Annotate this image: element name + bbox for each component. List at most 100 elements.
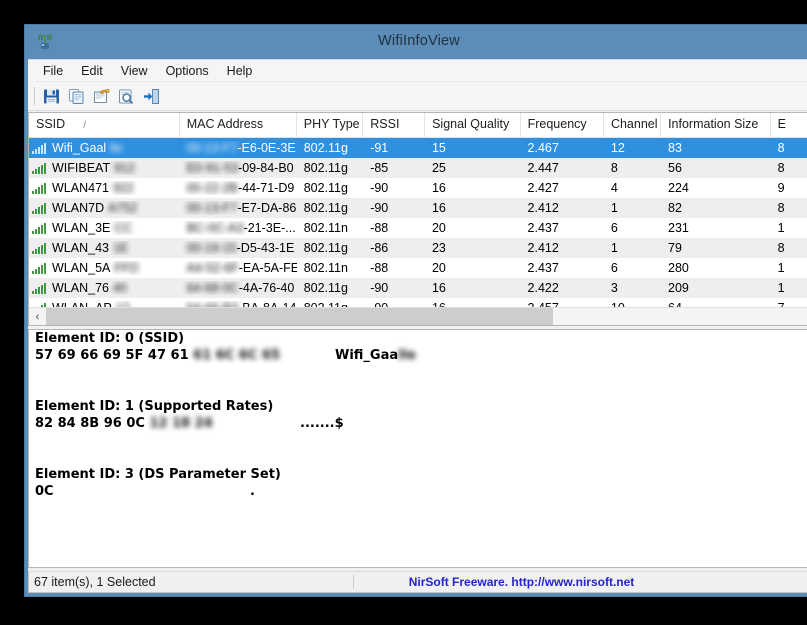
column-header-phy-type[interactable]: PHY Type <box>297 113 364 137</box>
mac-redacted: BC-0C-A3 <box>186 221 244 235</box>
cell-rssi: -90 <box>370 181 389 195</box>
column-header-frequency[interactable]: Frequency <box>521 113 604 137</box>
column-header-elements[interactable]: E <box>771 113 807 137</box>
element-title: Element ID: 3 (DS Parameter Set) <box>35 467 281 482</box>
table-row[interactable]: WLAN_3E CC BC-0C-A3-21-3E-... 802.11n -88 20 2… <box>29 218 807 238</box>
mac-visible: -BA-8A-14 <box>238 301 296 307</box>
cell-mac-address: 00-22-2B-44-71-D9 <box>180 181 297 195</box>
cell-rssi: -86 <box>370 241 389 255</box>
table-row[interactable]: WLAN471 922 00-22-2B-44-71-D9 802.11g -90 16 2… <box>29 178 807 198</box>
cell-information-size: 231 <box>668 221 689 235</box>
column-header-ssid[interactable]: SSID / <box>29 113 180 137</box>
element-spacer <box>29 432 807 449</box>
screen-root: WifiInfoView File Edit View Options Help <box>0 0 807 625</box>
signal-strength-icon <box>32 242 48 255</box>
scroll-thumb[interactable] <box>46 308 554 325</box>
mac-visible: -4A-76-40 <box>238 281 295 295</box>
mac-visible: -44-71-D9 <box>238 181 295 195</box>
copy-button[interactable] <box>64 84 89 108</box>
cell-ssid: Wifi_Gaal lle <box>29 141 180 155</box>
ascii-visible: .......$ <box>300 416 344 431</box>
cell-ssid: WIFIBEAT 912 <box>29 161 180 175</box>
mac-redacted: 00-13-F7 <box>186 141 238 155</box>
table-row[interactable]: Wifi_Gaal lle 00-13-F7-E6-0E-3E 802.11g -91 1… <box>29 138 807 158</box>
cell-signal-quality: 15 <box>431 141 446 155</box>
title-bar[interactable]: WifiInfoView <box>25 25 807 59</box>
menu-help[interactable]: Help <box>218 62 262 80</box>
sort-indicator-icon: / <box>83 120 86 131</box>
ssid-text: WLAN7D <box>52 201 105 215</box>
information-element-block: Element ID: 0 (SSID) 57 69 66 69 5F 47 61… <box>29 330 807 364</box>
scroll-left-icon[interactable]: ‹ <box>29 308 46 325</box>
cell-phy-type: 802.11g <box>297 301 363 307</box>
cell-elements: 8 <box>777 241 785 255</box>
cell-information-size: 83 <box>668 141 682 155</box>
ssid-redacted: CC <box>114 221 133 235</box>
access-point-list: SSID / MAC Address PHY Type RSSI Signal Q… <box>28 112 807 326</box>
cell-information-size: 79 <box>668 241 682 255</box>
signal-strength-icon <box>32 142 48 155</box>
cell-phy-type: 802.11g <box>303 181 348 195</box>
cell-channel: 6 <box>610 261 618 275</box>
table-row[interactable]: WIFIBEAT 912 E0-91-53-09-84-B0 802.11g -85 25… <box>29 158 807 178</box>
ssid-text: WLAN_43 <box>52 241 109 255</box>
information-elements-pane[interactable]: Element ID: 0 (SSID) 57 69 66 69 5F 47 61… <box>28 329 807 568</box>
column-header-mac-address[interactable]: MAC Address <box>180 113 297 137</box>
cell-frequency: 2.437 <box>527 261 559 275</box>
table-row[interactable]: WLAN_76 40 64-68-0C-4A-76-40 802.11g -90 16 2.… <box>29 278 807 298</box>
cell-channel: 4 <box>610 181 618 195</box>
save-button[interactable] <box>39 84 64 108</box>
hex-redacted: 61 6C 6C 65 <box>188 348 281 363</box>
signal-strength-icon <box>32 202 48 215</box>
application-window: WifiInfoView File Edit View Options Help <box>24 24 807 597</box>
status-item-count: 67 item(s), 1 Selected <box>29 575 354 589</box>
column-header-rssi[interactable]: RSSI <box>363 113 426 137</box>
menu-options[interactable]: Options <box>157 62 218 80</box>
table-row[interactable]: WLAN_43 1E 00-19-15-D5-43-1E 802.11g -86 23 2.… <box>29 238 807 258</box>
scroll-track[interactable] <box>46 308 807 325</box>
cell-mac-address: 64-66-B3-BA-8A-14 <box>180 301 297 307</box>
ascii-visible: Wifi_Gaa <box>335 348 399 363</box>
cell-signal-quality: 25 <box>431 161 446 175</box>
ssid-text: WLAN471 <box>52 181 109 195</box>
mac-visible: -EA-5A-FE <box>238 261 297 275</box>
table-row[interactable]: WLAN7D A752 00-13-F7-E7-DA-86 802.11g -90 16 2… <box>29 198 807 218</box>
horizontal-scrollbar[interactable]: ‹ <box>29 307 807 325</box>
column-header-signal-quality[interactable]: Signal Quality <box>425 113 521 137</box>
cell-channel: 12 <box>610 141 625 155</box>
cell-frequency: 2.437 <box>527 221 559 235</box>
column-header-information-size[interactable]: Information Size <box>661 113 771 137</box>
cell-channel: 8 <box>610 161 618 175</box>
mac-redacted: 64-66-B3 <box>187 301 238 307</box>
column-header-channel[interactable]: Channel <box>604 113 662 137</box>
menu-file[interactable]: File <box>34 62 72 80</box>
html-report-button[interactable] <box>89 84 114 108</box>
list-header-row: SSID / MAC Address PHY Type RSSI Signal Q… <box>29 113 807 138</box>
table-row[interactable]: WLAN_AP 12 64-66-B3-BA-8A-14802.11g-90162.… <box>29 298 807 307</box>
signal-strength-icon <box>32 222 48 235</box>
cell-frequency: 2.412 <box>527 201 559 215</box>
cell-frequency: 2.422 <box>527 281 559 295</box>
cell-rssi: -88 <box>370 221 389 235</box>
cell-mac-address: BC-0C-A3-21-3E-... <box>180 221 297 235</box>
list-body: Wifi_Gaal lle 00-13-F7-E6-0E-3E 802.11g -91 1… <box>29 138 807 307</box>
menu-edit[interactable]: Edit <box>72 62 112 80</box>
element-hex-line: 82 84 8B 96 0C 12 18 24 .......$ <box>35 415 807 432</box>
cell-channel: 3 <box>610 281 618 295</box>
element-spacer <box>29 449 807 466</box>
toolbar-separator <box>34 87 35 105</box>
table-row[interactable]: WLAN_5A FFD A4-52-6F-EA-5A-FE 802.11n -88 20 2… <box>29 258 807 278</box>
cell-rssi: -90 <box>370 201 389 215</box>
ssid-redacted: 912 <box>114 161 135 175</box>
mac-visible: -09-84-B0 <box>238 161 294 175</box>
properties-button[interactable] <box>114 84 139 108</box>
cell-information-size: 56 <box>668 161 682 175</box>
exit-button[interactable] <box>139 84 164 108</box>
cell-frequency: 2.467 <box>527 141 559 155</box>
cell-elements: 1 <box>777 221 785 235</box>
cell-phy-type: 802.11g <box>303 201 348 215</box>
menu-view[interactable]: View <box>112 62 157 80</box>
status-nirsoft-credit[interactable]: NirSoft Freeware. http://www.nirsoft.net <box>354 575 807 589</box>
cell-signal-quality: 16 <box>431 201 446 215</box>
cell-information-size: 82 <box>668 201 682 215</box>
